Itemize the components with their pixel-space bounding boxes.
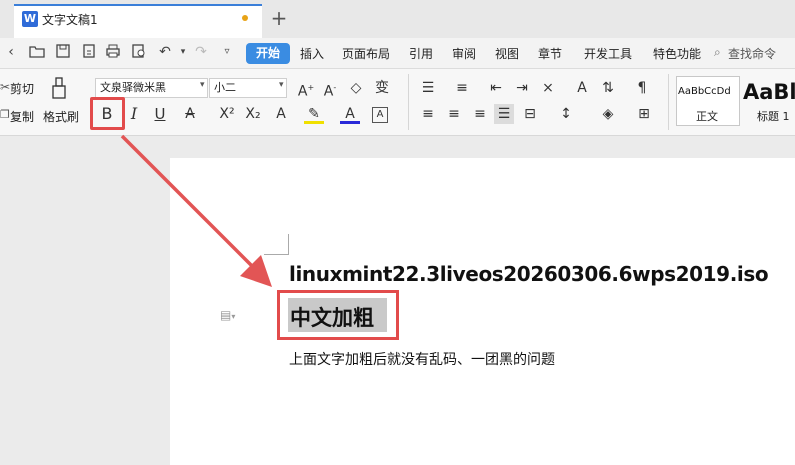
annotation-arrow bbox=[120, 134, 272, 287]
